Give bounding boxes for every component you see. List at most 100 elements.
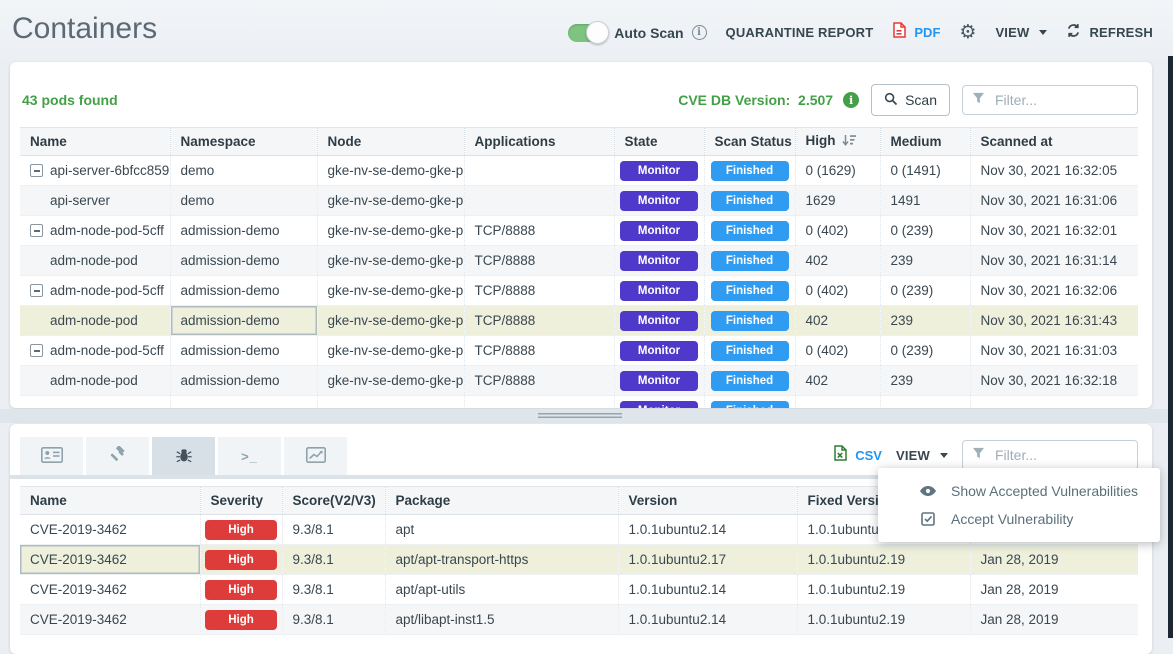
cell-state[interactable]: Monitor — [614, 246, 704, 276]
cell-version[interactable]: 1.0.1ubuntu2.14 — [618, 605, 797, 635]
cell-medium[interactable]: 1491 — [880, 186, 970, 216]
cell-name[interactable]: adm-node-pod — [20, 366, 170, 396]
vulnerability-row[interactable]: CVE-2019-3462High9.3/8.1apt/libapt-inst1… — [20, 605, 1138, 635]
cell-scanned-at[interactable] — [970, 396, 1138, 409]
tab-process-profile[interactable] — [20, 437, 83, 475]
pod-row[interactable]: adm-node-podadmission-demogke-nv-se-demo… — [20, 246, 1138, 276]
view-dropdown-button[interactable]: VIEW — [995, 25, 1047, 40]
cell-scanned-at[interactable]: Nov 30, 2021 16:32:06 — [970, 276, 1138, 306]
column-header-severity[interactable]: Severity — [200, 487, 282, 515]
pod-row[interactable]: api-server-6bfcc859demogke-nv-se-demo-gk… — [20, 156, 1138, 186]
cell-scan-status[interactable]: Finished — [704, 156, 795, 186]
cell-package[interactable]: apt/libapt-inst1.5 — [385, 605, 618, 635]
cell-high[interactable]: 0 (402) — [795, 216, 880, 246]
cell-scanned-at[interactable]: Nov 30, 2021 16:32:18 — [970, 366, 1138, 396]
cell-scan-status[interactable]: Finished — [704, 246, 795, 276]
cell-name[interactable] — [20, 396, 170, 409]
collapse-icon[interactable] — [30, 344, 43, 357]
cell-fixed-version[interactable]: 1.0.1ubuntu2.19 — [797, 605, 970, 635]
cell-high[interactable]: 1629 — [795, 186, 880, 216]
cell-scan-status[interactable]: Finished — [704, 216, 795, 246]
cell-namespace[interactable]: admission-demo — [170, 306, 317, 336]
column-header-score-v2-v3[interactable]: Score(V2/V3) — [282, 487, 385, 515]
details-filter-input[interactable] — [993, 446, 1128, 464]
cell-scan-status[interactable]: Finished — [704, 186, 795, 216]
cell-namespace[interactable]: demo — [170, 156, 317, 186]
pod-row[interactable]: adm-node-podadmission-demogke-nv-se-demo… — [20, 306, 1138, 336]
cell-high[interactable]: 402 — [795, 366, 880, 396]
cell-applications[interactable]: TCP/8888 — [464, 246, 614, 276]
cell-medium[interactable]: 0 (239) — [880, 276, 970, 306]
cell-medium[interactable]: 0 (239) — [880, 336, 970, 366]
cell-node[interactable]: gke-nv-se-demo-gke-pr — [317, 216, 464, 246]
cell-scanned-at[interactable]: Nov 30, 2021 16:31:06 — [970, 186, 1138, 216]
cell-namespace[interactable]: admission-demo — [170, 336, 317, 366]
cell-severity[interactable]: High — [200, 545, 282, 575]
cell-score[interactable]: 9.3/8.1 — [282, 605, 385, 635]
column-header-high[interactable]: High — [795, 128, 880, 156]
cell-score[interactable]: 9.3/8.1 — [282, 515, 385, 545]
cell-node[interactable]: gke-nv-se-demo-gke-pr — [317, 366, 464, 396]
cell-name[interactable]: api-server-6bfcc859 — [20, 156, 170, 186]
cell-scan-status[interactable]: Finished — [704, 306, 795, 336]
cell-scanned-at[interactable]: Nov 30, 2021 16:31:03 — [970, 336, 1138, 366]
cell-node[interactable]: gke-nv-se-demo-gke-pr — [317, 306, 464, 336]
cell-applications[interactable]: TCP/8888 — [464, 366, 614, 396]
tab-vulnerabilities[interactable] — [152, 437, 215, 475]
cell-scanned-at[interactable]: Nov 30, 2021 16:32:05 — [970, 156, 1138, 186]
pod-row[interactable]: adm-node-podadmission-demogke-nv-se-demo… — [20, 366, 1138, 396]
pods-filter-input[interactable] — [993, 91, 1128, 109]
cell-published[interactable]: Jan 28, 2019 — [970, 605, 1138, 635]
column-header-applications[interactable]: Applications — [464, 128, 614, 156]
cell-node[interactable]: gke-nv-se-demo-gke-pr — [317, 186, 464, 216]
cell-scanned-at[interactable]: Nov 30, 2021 16:31:43 — [970, 306, 1138, 336]
cell-high[interactable]: 0 (402) — [795, 276, 880, 306]
refresh-button[interactable]: REFRESH — [1066, 23, 1153, 43]
cell-namespace[interactable] — [170, 396, 317, 409]
cell-applications[interactable]: TCP/8888 — [464, 216, 614, 246]
csv-export-button[interactable]: CSV — [833, 445, 882, 466]
quarantine-report-button[interactable]: QUARANTINE REPORT — [726, 25, 874, 40]
pod-row[interactable]: api-serverdemogke-nv-se-demo-gke-prMonit… — [20, 186, 1138, 216]
cell-namespace[interactable]: admission-demo — [170, 216, 317, 246]
info-filled-icon[interactable]: i — [843, 92, 859, 108]
cell-name[interactable]: adm-node-pod — [20, 306, 170, 336]
menu-item-accept-vulnerability[interactable]: Accept Vulnerability — [878, 505, 1160, 533]
cell-package[interactable]: apt — [385, 515, 618, 545]
cell-medium[interactable]: 0 (1491) — [880, 156, 970, 186]
cell-name[interactable]: CVE-2019-3462 — [20, 545, 200, 575]
cell-applications[interactable] — [464, 396, 614, 409]
cell-namespace[interactable]: admission-demo — [170, 366, 317, 396]
menu-item-show-accepted-vulnerabilities[interactable]: Show Accepted Vulnerabilities — [878, 477, 1160, 505]
cell-namespace[interactable]: admission-demo — [170, 246, 317, 276]
cell-node[interactable]: gke-nv-se-demo-gke-pr — [317, 246, 464, 276]
cell-name[interactable]: adm-node-pod — [20, 246, 170, 276]
cell-name[interactable]: adm-node-pod-5cff — [20, 276, 170, 306]
cell-score[interactable]: 9.3/8.1 — [282, 545, 385, 575]
cell-node[interactable]: gke-nv-se-demo-gke-pr — [317, 336, 464, 366]
cell-scanned-at[interactable]: Nov 30, 2021 16:32:01 — [970, 216, 1138, 246]
info-icon[interactable]: i — [692, 25, 707, 40]
collapse-icon[interactable] — [30, 284, 43, 297]
cell-name[interactable]: CVE-2019-3462 — [20, 515, 200, 545]
collapse-icon[interactable] — [30, 164, 43, 177]
cell-medium[interactable] — [880, 396, 970, 409]
cell-name[interactable]: adm-node-pod-5cff — [20, 216, 170, 246]
cell-scan-status[interactable]: Finished — [704, 396, 795, 409]
cell-state[interactable]: Monitor — [614, 156, 704, 186]
cell-fixed-version[interactable]: 1.0.1ubuntu2.19 — [797, 545, 970, 575]
pod-row[interactable]: adm-node-pod-5cffadmission-demogke-nv-se… — [20, 276, 1138, 306]
column-header-state[interactable]: State — [614, 128, 704, 156]
cell-severity[interactable]: High — [200, 515, 282, 545]
cell-scan-status[interactable]: Finished — [704, 276, 795, 306]
cell-name[interactable]: api-server — [20, 186, 170, 216]
pod-row[interactable]: MonitorFinished — [20, 396, 1138, 409]
vulnerability-row[interactable]: CVE-2019-3462High9.3/8.1apt/apt-utils1.0… — [20, 575, 1138, 605]
cell-package[interactable]: apt/apt-utils — [385, 575, 618, 605]
column-header-namespace[interactable]: Namespace — [170, 128, 317, 156]
sort-desc-icon[interactable] — [842, 134, 857, 150]
vulnerability-row[interactable]: CVE-2019-3462High9.3/8.1apt/apt-transpor… — [20, 545, 1138, 575]
scan-button[interactable]: Scan — [871, 84, 950, 116]
pod-row[interactable]: adm-node-pod-5cffadmission-demogke-nv-se… — [20, 216, 1138, 246]
gear-icon[interactable]: ⚙ — [959, 23, 976, 42]
